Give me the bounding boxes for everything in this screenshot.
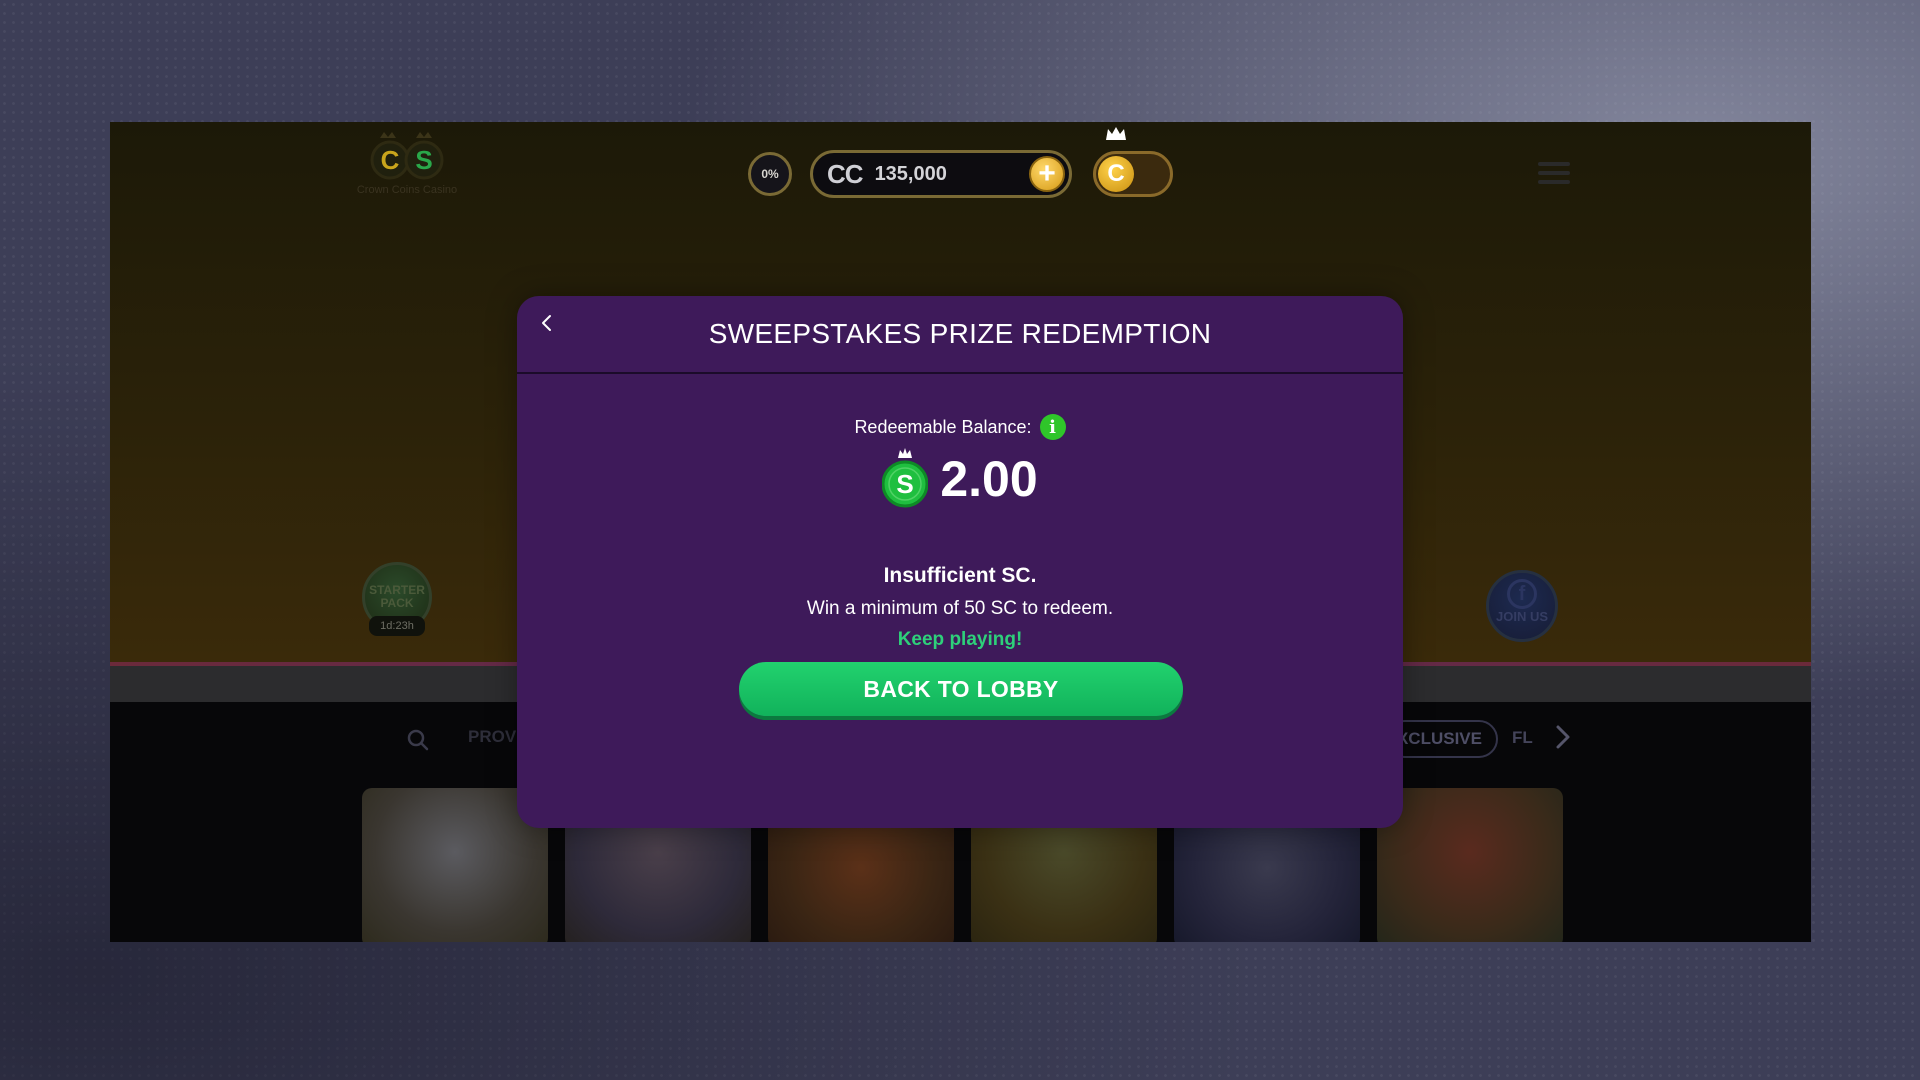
modal-title: SWEEPSTAKES PRIZE REDEMPTION (708, 318, 1212, 349)
menu-icon[interactable] (1538, 162, 1570, 186)
svg-text:C: C (381, 145, 400, 175)
logo-text: Crown Coins Casino (356, 184, 458, 196)
plus-icon: + (1038, 157, 1056, 190)
casino-logo[interactable]: C S Crown Coins Casino (342, 130, 472, 202)
svg-text:S: S (415, 145, 432, 175)
xp-progress-badge[interactable]: 0% (748, 152, 792, 196)
facebook-icon: f (1507, 579, 1537, 609)
starter-pack-label: STARTER PACK (369, 583, 425, 610)
encouragement-text: Keep playing! (897, 629, 1023, 650)
add-coins-button[interactable]: + (1029, 156, 1065, 192)
coin-currency-label: CC (827, 158, 864, 189)
gold-coin-icon: C (1098, 156, 1134, 192)
join-us-widget[interactable]: f JOIN US (1486, 570, 1558, 642)
status-message: Win a minimum of 50 SC to redeem. (806, 598, 1114, 619)
chevron-right-icon[interactable] (1554, 722, 1572, 752)
filter-exclusive-label: XCLUSIVE (1396, 729, 1482, 748)
balance-label: Redeemable Balance: (854, 416, 1032, 437)
filter-next[interactable]: FL (1512, 728, 1533, 748)
coin-balance-pill[interactable]: CC 135,000 + (810, 150, 1072, 198)
info-icon[interactable]: i (1039, 414, 1066, 440)
balance-amount-row: S 2.00 (517, 446, 1403, 508)
back-to-lobby-button[interactable]: BACK TO LOBBY (739, 662, 1183, 716)
logo-icon: C S (370, 132, 444, 180)
game-tile[interactable] (1377, 788, 1563, 942)
status-title: Insufficient SC. (883, 564, 1037, 587)
currency-toggle[interactable]: C (1093, 151, 1173, 197)
crown-icon (1106, 127, 1126, 140)
starter-pack-widget[interactable]: STARTER PACK 1d:23h (362, 562, 432, 652)
xp-percent: 0% (761, 167, 779, 181)
coin-balance-value: 135,000 (874, 162, 947, 185)
starter-pack-timer: 1d:23h (369, 616, 425, 636)
redemption-modal: SWEEPSTAKES PRIZE REDEMPTION Redeemable … (517, 296, 1403, 828)
gold-coin-letter: C (1107, 160, 1125, 187)
redeemable-amount: 2.00 (940, 451, 1038, 507)
search-icon[interactable] (406, 728, 430, 752)
sc-coin-letter: S (897, 469, 914, 499)
join-us-label: JOIN US (1495, 609, 1548, 624)
redeemable-balance-row: Redeemable Balance: i (517, 414, 1403, 440)
sc-coin-icon: S (882, 446, 929, 508)
filter-providers[interactable]: PROV (468, 727, 516, 747)
modal-header: SWEEPSTAKES PRIZE REDEMPTION (517, 296, 1403, 374)
